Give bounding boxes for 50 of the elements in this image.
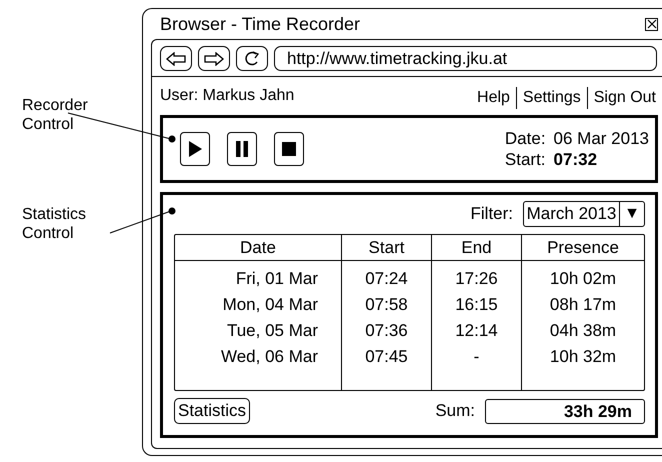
close-button[interactable] xyxy=(645,18,658,30)
table-cell-text: 17:26 xyxy=(455,268,498,290)
table-cell-text: - xyxy=(474,346,480,368)
close-icon xyxy=(646,19,656,29)
date-value: 06 Mar 2013 xyxy=(554,128,649,149)
column-header: Date xyxy=(175,235,342,260)
forward-button[interactable] xyxy=(198,46,230,71)
nav-link[interactable]: Settings xyxy=(522,89,581,107)
back-button[interactable] xyxy=(160,46,192,71)
right-arrow-icon xyxy=(203,52,225,66)
table-cell-text: 12:14 xyxy=(455,320,498,342)
left-arrow-icon xyxy=(165,52,187,66)
start-label: Start: xyxy=(504,149,546,170)
stop-button[interactable] xyxy=(274,132,304,166)
reload-button[interactable] xyxy=(236,46,268,71)
table-cell-text: 08h 17m xyxy=(550,294,616,316)
table-cell-text: Fri, 01 Mar xyxy=(236,268,318,290)
table-cell-text: Mon, 04 Mar xyxy=(222,294,318,316)
table-cell-text: 10h 32m xyxy=(550,346,616,368)
start-time: 07:32 xyxy=(554,149,598,170)
nav-link[interactable]: Sign Out xyxy=(594,89,656,107)
table-cell-text: 10h 02m xyxy=(550,268,616,290)
column-header: Start xyxy=(342,235,432,260)
table-cell-text: 16:15 xyxy=(455,294,498,316)
table-cell-text: 07:45 xyxy=(365,346,408,368)
column-header: End xyxy=(432,235,522,260)
play-icon xyxy=(188,141,202,157)
pause-button[interactable] xyxy=(227,132,257,166)
column-header: Presence xyxy=(546,237,620,259)
table-cell-text: 04h 38m xyxy=(550,320,616,342)
play-button[interactable] xyxy=(180,132,210,166)
table-cell-text: Wed, 06 Mar xyxy=(220,346,318,368)
filter-dropdown[interactable]: March 2013 ▼ xyxy=(523,201,645,227)
address-field[interactable]: http://www.timetracking.jku.at xyxy=(274,46,657,71)
table-cell-text: 07:24 xyxy=(365,268,408,290)
window-title: Browser - Time Recorder xyxy=(160,14,360,34)
nav-link[interactable]: Help xyxy=(477,89,510,107)
callout-label: Statistics Control xyxy=(22,205,88,243)
date-label: Date: xyxy=(504,128,546,149)
stop-icon xyxy=(282,142,296,156)
filter-label: Filter: xyxy=(470,204,513,224)
user-label: User: Markus Jahn xyxy=(160,87,294,106)
sum-field: 33h 29m xyxy=(485,398,645,424)
statistics-button[interactable]: Statistics xyxy=(174,398,250,424)
callout-label: Recorder Control xyxy=(22,96,89,134)
table-cell-text: Tue, 05 Mar xyxy=(226,320,318,342)
pause-icon xyxy=(235,141,249,157)
table-cell-text: 07:36 xyxy=(365,320,408,342)
table-cell-text: 07:58 xyxy=(365,294,408,316)
sum-label: Sum: xyxy=(435,401,475,421)
